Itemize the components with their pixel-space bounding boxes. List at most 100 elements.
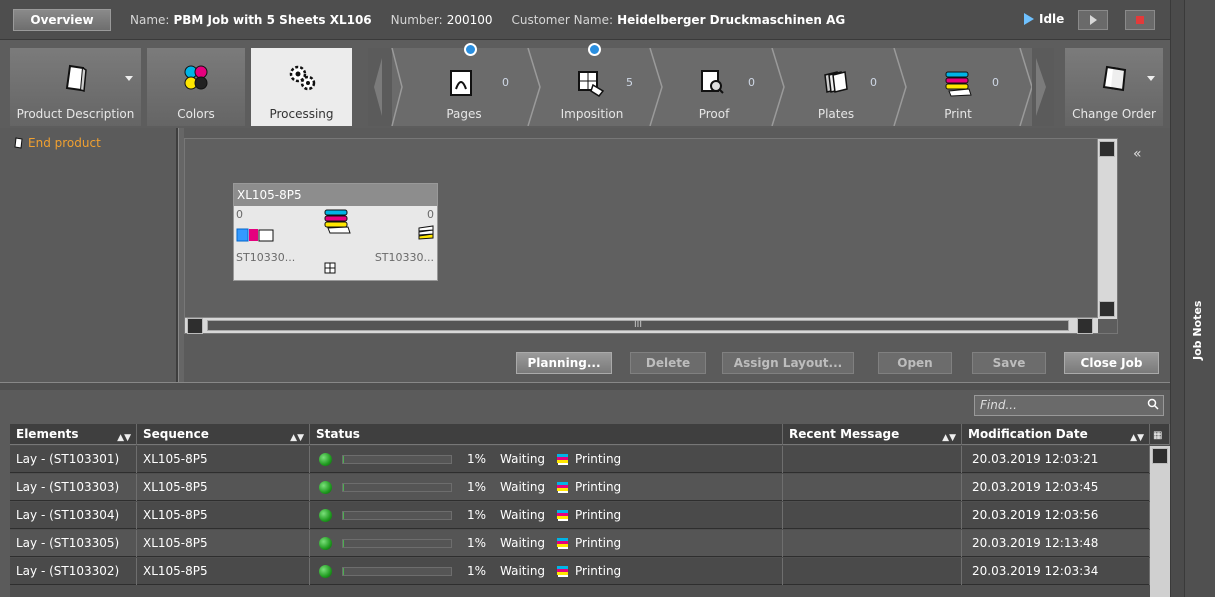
dropdown-arrow-icon xyxy=(125,76,133,81)
progress-percent: 1% xyxy=(467,564,487,578)
table-scroll-up-button[interactable] xyxy=(1152,448,1168,464)
canvas-vertical-scrollbar[interactable] xyxy=(1097,139,1117,319)
cell-modification-date: 20.03.2019 12:03:45 xyxy=(962,474,1150,501)
progress-fill xyxy=(343,484,345,491)
scroll-up-button[interactable] xyxy=(1099,141,1115,157)
job-name: PBM Job with 5 Sheets XL106 xyxy=(173,12,372,27)
cell-sequence: XL105-8P5 xyxy=(137,558,310,585)
header-recent-message[interactable]: Recent Message ▲▼ xyxy=(783,424,962,445)
status-ok-icon xyxy=(319,509,332,522)
product-description-label: Product Description xyxy=(16,107,135,121)
close-job-button[interactable]: Close Job xyxy=(1064,352,1159,374)
overview-button[interactable]: Overview xyxy=(13,8,111,31)
scroll-thumb[interactable]: III xyxy=(207,320,1069,331)
status-ok-icon xyxy=(319,565,332,578)
play-icon xyxy=(1089,15,1097,25)
status-activity: Printing xyxy=(575,480,622,494)
elements-table: Elements ▲▼ Sequence ▲▼ Status Recent Mess… xyxy=(10,424,1170,597)
end-product-label: End product xyxy=(28,136,101,150)
double-chevron-left-icon: « xyxy=(1133,146,1142,162)
cell-element: Lay - (ST103301) xyxy=(10,446,137,473)
cell-element: Lay - (ST103303) xyxy=(10,474,137,501)
header-status[interactable]: Status xyxy=(310,424,783,445)
status-activity: Printing xyxy=(575,452,622,466)
node-left-count: 0 xyxy=(236,208,243,221)
cell-recent-message xyxy=(783,446,962,473)
header-elements[interactable]: Elements ▲▼ xyxy=(10,424,137,445)
cell-status: 1% Waiting Printing xyxy=(310,558,783,585)
cell-recent-message xyxy=(783,502,962,529)
table-row[interactable]: Lay - (ST103302) XL105-8P5 1% Waiting Printi… xyxy=(10,558,1150,585)
colors-icon xyxy=(179,61,213,95)
scroll-right-button[interactable] xyxy=(1077,318,1093,334)
plates-icon xyxy=(821,69,851,99)
scroll-left-button[interactable] xyxy=(187,318,203,334)
open-button[interactable]: Open xyxy=(878,352,952,374)
stage-proof[interactable]: 0 Proof xyxy=(674,48,755,126)
status-state: Waiting xyxy=(500,508,546,522)
change-order-button[interactable]: Change Order xyxy=(1065,48,1163,126)
stage-plates[interactable]: 0 Plates xyxy=(796,48,877,126)
stage-pages[interactable]: 0 Pages xyxy=(424,43,509,126)
progress-bar xyxy=(342,455,452,464)
printing-icon xyxy=(557,510,568,521)
stage-imposition[interactable]: 5 Imposition xyxy=(552,43,633,126)
column-chooser-button[interactable]: ▦ xyxy=(1150,424,1170,445)
header-modification-date[interactable]: Modification Date ▲▼ xyxy=(962,424,1150,445)
status-state: Waiting xyxy=(500,452,546,466)
active-badge-icon xyxy=(464,43,477,56)
pages-count: 0 xyxy=(502,76,509,89)
table-vertical-scrollbar[interactable] xyxy=(1150,446,1170,597)
status-activity: Printing xyxy=(575,536,622,550)
cell-status: 1% Waiting Printing xyxy=(310,474,783,501)
right-splitter[interactable] xyxy=(1170,0,1184,597)
delete-button[interactable]: Delete xyxy=(630,352,706,374)
layout-canvas-panel: XL105-8P5 0 0 ST10330... ST10330... III xyxy=(184,138,1118,334)
end-product-item[interactable]: End product xyxy=(13,136,101,150)
progress-percent: 1% xyxy=(467,480,487,494)
cell-element: Lay - (ST103304) xyxy=(10,502,137,529)
node-right-id: ST10330... xyxy=(374,251,434,264)
assign-layout-button[interactable]: Assign Layout... xyxy=(722,352,854,374)
header-sequence[interactable]: Sequence ▲▼ xyxy=(137,424,310,445)
job-notes-tab[interactable]: Job Notes xyxy=(1191,300,1209,360)
job-notes-panel[interactable] xyxy=(1184,0,1215,597)
plates-count: 0 xyxy=(870,76,877,89)
status-text: Idle xyxy=(1039,12,1065,26)
find-placeholder: Find... xyxy=(980,398,1017,412)
cell-modification-date: 20.03.2019 12:13:48 xyxy=(962,530,1150,557)
processing-button[interactable]: Processing xyxy=(251,48,352,126)
table-row[interactable]: Lay - (ST103303) XL105-8P5 1% Waiting Printi… xyxy=(10,474,1150,501)
header-modification-date-label: Modification Date xyxy=(968,427,1088,441)
imposition-count: 5 xyxy=(626,76,633,89)
planning-button[interactable]: Planning... xyxy=(516,352,612,374)
status-activity: Printing xyxy=(575,564,622,578)
progress-fill xyxy=(343,568,345,575)
print-press-icon xyxy=(943,69,973,99)
scroll-down-button[interactable] xyxy=(1099,301,1115,317)
horizontal-splitter[interactable] xyxy=(0,382,1170,390)
name-label: Name: xyxy=(130,12,170,27)
table-row[interactable]: Lay - (ST103304) XL105-8P5 1% Waiting Printi… xyxy=(10,502,1150,529)
stage-print[interactable]: 0 Print xyxy=(918,48,999,126)
sequence-node[interactable]: XL105-8P5 0 0 ST10330... ST10330... xyxy=(233,183,438,281)
cell-modification-date: 20.03.2019 12:03:56 xyxy=(962,502,1150,529)
job-number: 200100 xyxy=(446,12,493,27)
product-description-icon xyxy=(59,61,93,95)
printing-icon xyxy=(557,482,568,493)
colors-label: Colors xyxy=(177,107,215,121)
collapse-panel-button[interactable]: « xyxy=(1133,146,1142,162)
stop-button[interactable] xyxy=(1125,10,1155,30)
cell-status: 1% Waiting Printing xyxy=(310,530,783,557)
cell-recent-message xyxy=(783,558,962,585)
colors-button[interactable]: Colors xyxy=(147,48,245,126)
find-input[interactable]: Find... xyxy=(974,395,1164,416)
start-button[interactable] xyxy=(1078,10,1108,30)
table-row[interactable]: Lay - (ST103301) XL105-8P5 1% Waiting Printi… xyxy=(10,446,1150,473)
save-button[interactable]: Save xyxy=(972,352,1046,374)
table-row[interactable]: Lay - (ST103305) XL105-8P5 1% Waiting Printi… xyxy=(10,530,1150,557)
product-tree-panel: End product xyxy=(0,128,178,382)
search-icon[interactable] xyxy=(1147,398,1159,410)
canvas-horizontal-scrollbar[interactable]: III xyxy=(185,317,1098,334)
product-description-button[interactable]: Product Description xyxy=(10,48,141,126)
